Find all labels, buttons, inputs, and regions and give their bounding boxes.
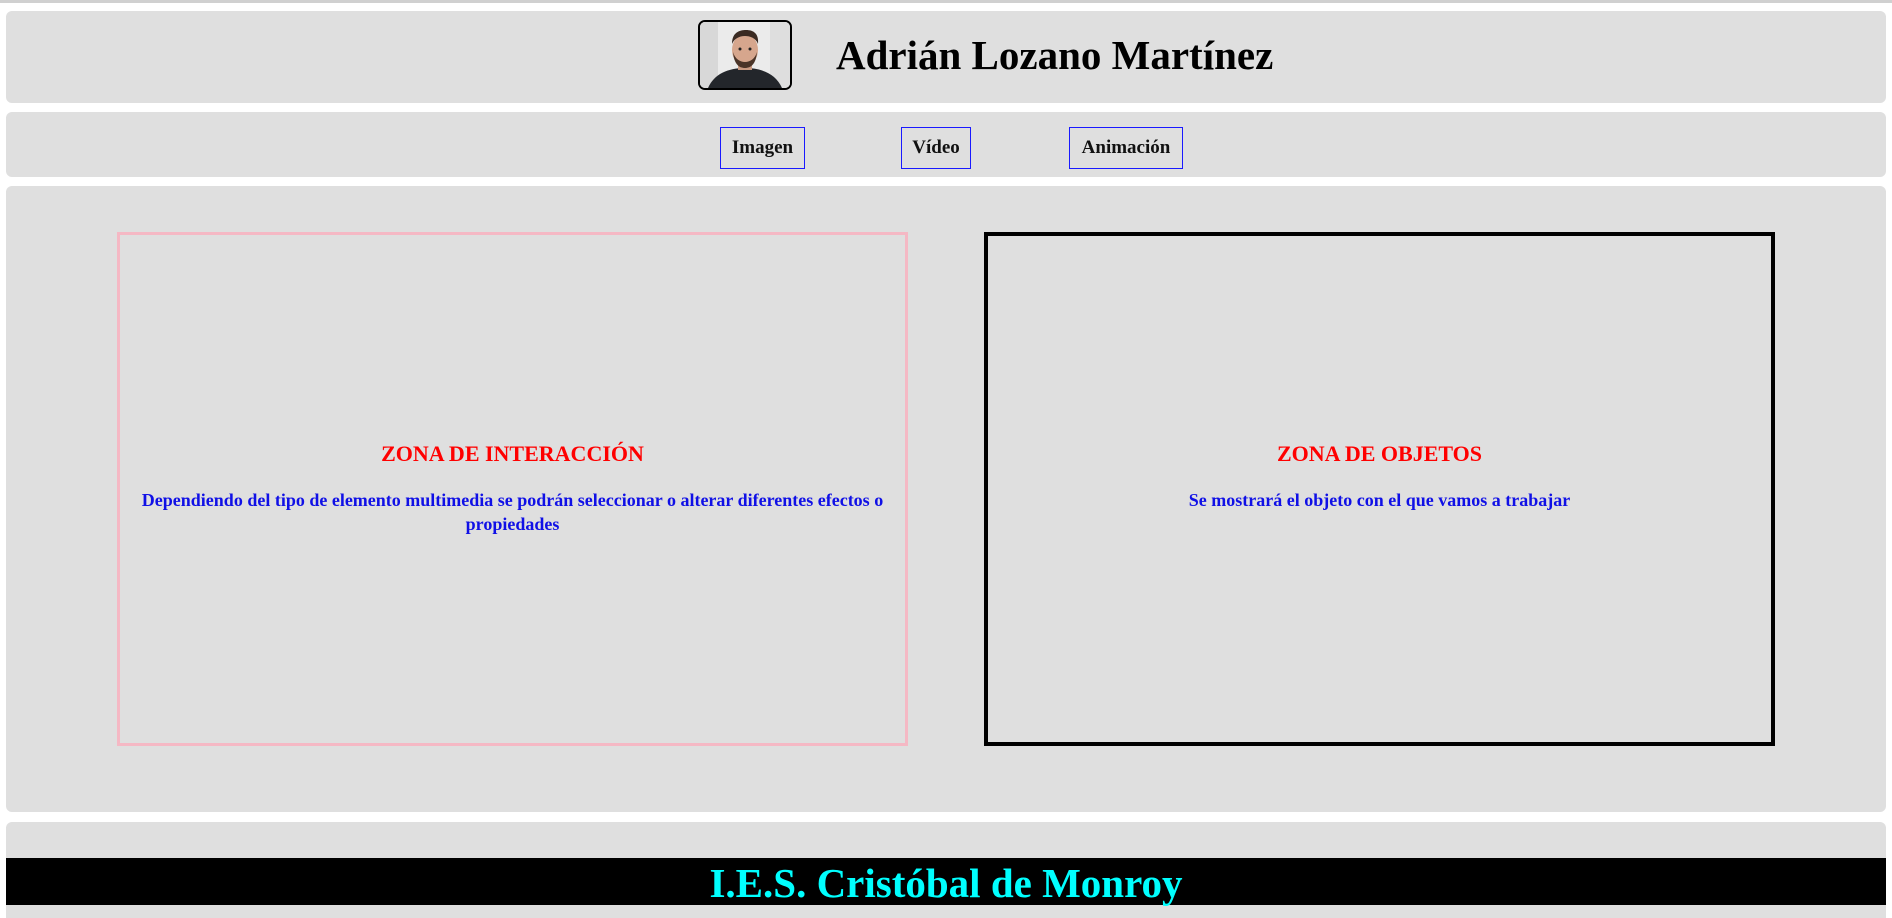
main-content: ZONA DE INTERACCIÓN Dependiendo del tipo…	[6, 186, 1886, 812]
nav-bar: Imagen Vídeo Animación	[6, 112, 1886, 177]
header: Adrián Lozano Martínez	[6, 11, 1886, 103]
nav-button-animacion[interactable]: Animación	[1069, 127, 1183, 169]
interaction-zone[interactable]: ZONA DE INTERACCIÓN Dependiendo del tipo…	[117, 232, 908, 746]
footer-banner: I.E.S. Cristóbal de Monroy	[6, 858, 1886, 905]
nav-button-imagen[interactable]: Imagen	[720, 127, 805, 169]
avatar-photo	[700, 22, 790, 88]
objects-zone-title: ZONA DE OBJETOS	[1277, 440, 1482, 466]
interaction-zone-title: ZONA DE INTERACCIÓN	[381, 440, 644, 466]
top-divider	[0, 0, 1892, 3]
nav-button-video[interactable]: Vídeo	[901, 127, 971, 169]
objects-zone-description: Se mostrará el objeto con el que vamos a…	[1188, 490, 1571, 511]
footer: I.E.S. Cristóbal de Monroy	[6, 822, 1886, 918]
page-title: Adrián Lozano Martínez	[836, 32, 1274, 78]
interaction-zone-description: Dependiendo del tipo de elemento multime…	[141, 490, 884, 534]
school-name: I.E.S. Cristóbal de Monroy	[709, 860, 1183, 906]
objects-zone[interactable]: ZONA DE OBJETOS Se mostrará el objeto co…	[984, 232, 1775, 746]
avatar	[698, 20, 792, 90]
